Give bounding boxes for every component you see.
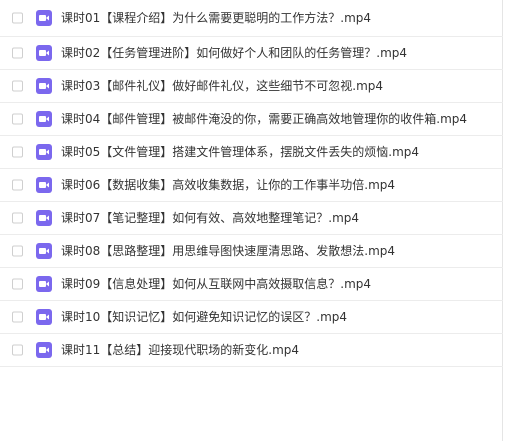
- file-name[interactable]: 课时08【思路整理】用思维导图快速厘清思路、发散想法.mp4: [61, 244, 395, 258]
- file-row[interactable]: 课时04【邮件管理】被邮件淹没的你，需要正确高效地管理你的收件箱.mp4: [0, 103, 503, 136]
- file-row[interactable]: 课时11【总结】迎接现代职场的新变化.mp4: [0, 334, 503, 367]
- file-row[interactable]: 课时06【数据收集】高效收集数据，让你的工作事半功倍.mp4: [0, 169, 503, 202]
- video-file-icon: [36, 276, 52, 292]
- select-checkbox[interactable]: [12, 212, 23, 224]
- file-row[interactable]: 课时10【知识记忆】如何避免知识记忆的误区？.mp4: [0, 301, 503, 334]
- video-file-icon: [36, 111, 52, 127]
- video-file-icon: [36, 10, 52, 26]
- video-file-icon: [36, 144, 52, 160]
- video-file-icon: [36, 243, 52, 259]
- file-row[interactable]: 课时07【笔记整理】如何有效、高效地整理笔记？.mp4: [0, 202, 503, 235]
- select-checkbox[interactable]: [12, 80, 23, 92]
- select-checkbox[interactable]: [12, 311, 23, 323]
- file-row[interactable]: 课时02【任务管理进阶】如何做好个人和团队的任务管理？.mp4: [0, 37, 503, 70]
- select-checkbox[interactable]: [12, 146, 23, 158]
- file-name[interactable]: 课时09【信息处理】如何从互联网中高效摄取信息？.mp4: [61, 277, 371, 291]
- file-name[interactable]: 课时11【总结】迎接现代职场的新变化.mp4: [61, 343, 299, 357]
- select-checkbox[interactable]: [12, 47, 23, 59]
- video-file-icon: [36, 210, 52, 226]
- video-file-icon: [36, 78, 52, 94]
- select-checkbox[interactable]: [12, 278, 23, 290]
- file-row[interactable]: 课时05【文件管理】搭建文件管理体系，摆脱文件丢失的烦恼.mp4: [0, 136, 503, 169]
- file-name[interactable]: 课时05【文件管理】搭建文件管理体系，摆脱文件丢失的烦恼.mp4: [61, 145, 419, 159]
- file-row[interactable]: 课时08【思路整理】用思维导图快速厘清思路、发散想法.mp4: [0, 235, 503, 268]
- file-name[interactable]: 课时04【邮件管理】被邮件淹没的你，需要正确高效地管理你的收件箱.mp4: [61, 112, 467, 126]
- select-checkbox[interactable]: [12, 245, 23, 257]
- video-file-icon: [36, 45, 52, 61]
- file-row[interactable]: 课时01【课程介绍】为什么需要更聪明的工作方法？.mp4: [0, 0, 503, 37]
- select-checkbox[interactable]: [12, 344, 23, 356]
- file-name[interactable]: 课时10【知识记忆】如何避免知识记忆的误区？.mp4: [61, 310, 347, 324]
- video-file-icon: [36, 177, 52, 193]
- file-name[interactable]: 课时02【任务管理进阶】如何做好个人和团队的任务管理？.mp4: [61, 46, 407, 60]
- select-checkbox[interactable]: [12, 12, 23, 24]
- file-list-panel: 课时01【课程介绍】为什么需要更聪明的工作方法？.mp4 课时02【任务管理进阶…: [0, 0, 503, 441]
- video-file-icon: [36, 309, 52, 325]
- select-checkbox[interactable]: [12, 113, 23, 125]
- file-name[interactable]: 课时07【笔记整理】如何有效、高效地整理笔记？.mp4: [61, 211, 359, 225]
- file-list: 课时01【课程介绍】为什么需要更聪明的工作方法？.mp4 课时02【任务管理进阶…: [0, 0, 503, 367]
- file-name[interactable]: 课时06【数据收集】高效收集数据，让你的工作事半功倍.mp4: [61, 178, 395, 192]
- file-row[interactable]: 课时03【邮件礼仪】做好邮件礼仪，这些细节不可忽视.mp4: [0, 70, 503, 103]
- file-name[interactable]: 课时01【课程介绍】为什么需要更聪明的工作方法？.mp4: [61, 11, 371, 25]
- select-checkbox[interactable]: [12, 179, 23, 191]
- file-name[interactable]: 课时03【邮件礼仪】做好邮件礼仪，这些细节不可忽视.mp4: [61, 79, 383, 93]
- video-file-icon: [36, 342, 52, 358]
- file-row[interactable]: 课时09【信息处理】如何从互联网中高效摄取信息？.mp4: [0, 268, 503, 301]
